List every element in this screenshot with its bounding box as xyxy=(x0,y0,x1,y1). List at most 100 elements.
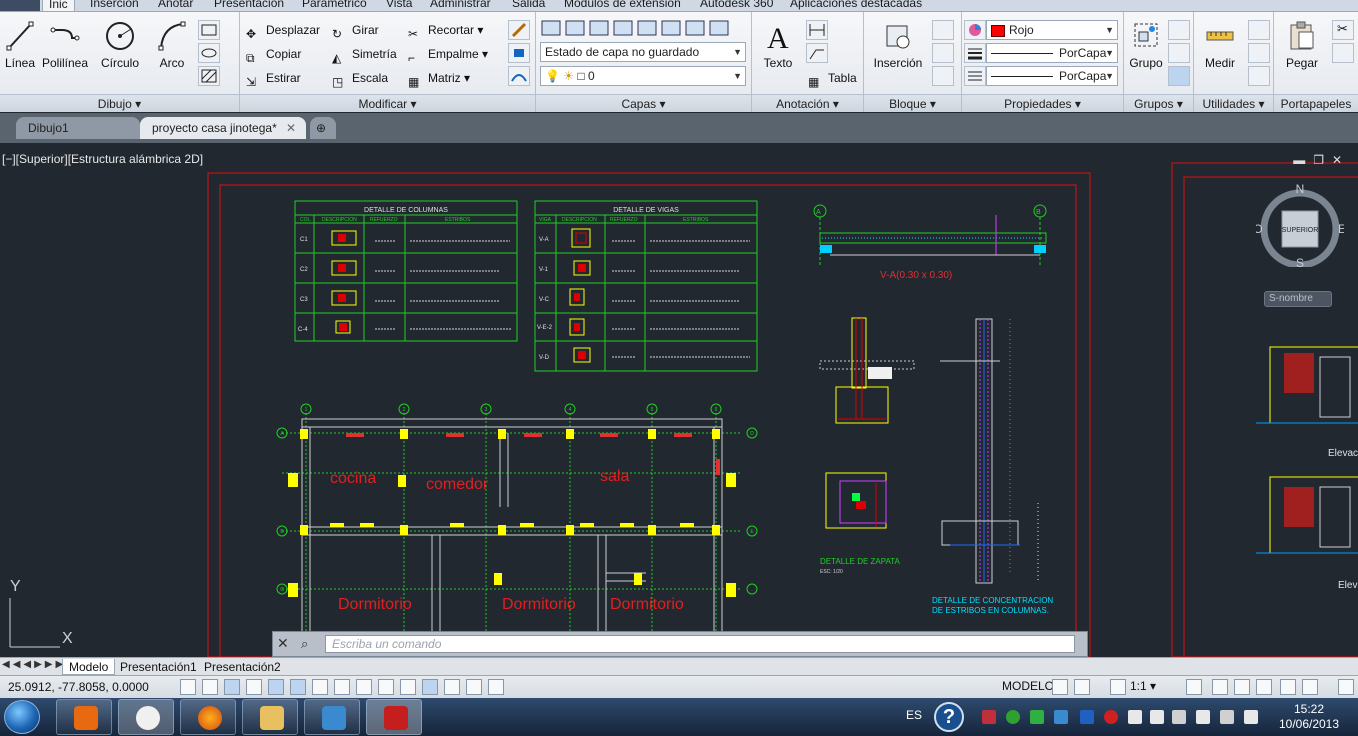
arco-button[interactable]: Arco xyxy=(154,20,190,70)
tray-icon-6[interactable] xyxy=(1104,710,1118,724)
lineweight-toggle[interactable] xyxy=(400,679,416,695)
attribute-button[interactable] xyxy=(932,66,954,86)
sc-toggle[interactable] xyxy=(466,679,482,695)
group-select-button[interactable] xyxy=(1168,66,1190,86)
taskbar-app-2[interactable] xyxy=(118,699,174,735)
simetria-button[interactable]: ◭ Simetría xyxy=(332,44,397,65)
tab-autodesk-360[interactable]: Autodesk 360 xyxy=(700,0,773,10)
empalme-button[interactable]: ⌐ Empalme ▾ xyxy=(408,44,488,65)
isolate-objects-icon[interactable] xyxy=(1280,679,1296,695)
tab-parametrico[interactable]: Paramétrico xyxy=(302,0,367,10)
panel-title-grupos[interactable]: Grupos ▾ xyxy=(1124,94,1193,112)
match-properties-button[interactable] xyxy=(964,20,986,40)
edit-block-button[interactable] xyxy=(932,43,954,63)
help-icon[interactable]: ? xyxy=(934,702,964,732)
panel-title-dibujo[interactable]: Dibujo ▾ xyxy=(0,94,239,112)
application-menu-button[interactable] xyxy=(0,0,40,11)
tab-presentacion[interactable]: Presentación xyxy=(214,0,284,10)
doc-tab-proyecto[interactable]: proyecto casa jinotega* ✕ xyxy=(140,117,306,139)
tray-flag-icon[interactable] xyxy=(1150,710,1164,724)
otrack-toggle[interactable] xyxy=(334,679,350,695)
hatch-button[interactable] xyxy=(198,66,220,86)
current-layer-select[interactable]: 💡 ☀ □ 0 ▼ xyxy=(540,66,746,86)
panel-title-portapapeles[interactable]: Portapapeles xyxy=(1274,94,1358,112)
tray-icon-10[interactable] xyxy=(1196,710,1210,724)
lineweight-select[interactable]: PorCapa ▼ xyxy=(986,66,1118,86)
tab-administrar[interactable]: Administrar xyxy=(430,0,491,10)
clean-screen-icon[interactable] xyxy=(1338,679,1354,695)
insercion-button[interactable]: Inserción xyxy=(868,20,928,70)
command-search-icon[interactable]: ⌕ xyxy=(301,636,308,652)
taskbar-autocad[interactable] xyxy=(366,699,422,735)
tab-salida[interactable]: Salida xyxy=(512,0,545,10)
model-space-canvas[interactable]: DETALLE DE COLUMNAS COL. DESCRIPCION REF… xyxy=(0,143,1358,657)
tray-icon-4[interactable] xyxy=(1054,710,1068,724)
linea-button[interactable]: Línea xyxy=(2,20,38,70)
lineweight-icon-button[interactable] xyxy=(964,43,986,63)
tray-icon-7[interactable] xyxy=(1128,710,1142,724)
system-clock[interactable]: 15:22 10/06/2013 xyxy=(1274,702,1344,732)
girar-button[interactable]: ↻ Girar xyxy=(332,20,379,41)
escala-button[interactable]: ◳ Escala xyxy=(332,68,388,89)
panel-title-propiedades[interactable]: Propiedades ▾ xyxy=(962,94,1123,112)
grid-toggle[interactable] xyxy=(224,679,240,695)
tray-icon-9[interactable] xyxy=(1172,710,1186,724)
point-style-button[interactable] xyxy=(1248,43,1270,63)
ducs-toggle[interactable] xyxy=(356,679,372,695)
rectangle-button[interactable] xyxy=(198,20,220,40)
infer-constraints-toggle[interactable] xyxy=(180,679,196,695)
offset-button[interactable] xyxy=(508,66,530,86)
taskbar-explorer[interactable] xyxy=(242,699,298,735)
start-button[interactable] xyxy=(4,700,40,734)
polar-toggle[interactable] xyxy=(268,679,284,695)
layout-tab-presentacion2[interactable]: Presentación2 xyxy=(198,659,287,675)
tab-inicio[interactable]: Inic xyxy=(42,0,75,11)
layer-state-select[interactable]: Estado de capa no guardado ▼ xyxy=(540,42,746,62)
quick-view-layouts-button[interactable] xyxy=(1052,679,1068,695)
model-space-button[interactable]: MODELO xyxy=(1002,679,1054,693)
layer-tools-icon[interactable] xyxy=(540,18,746,38)
quick-view-drawings-button[interactable] xyxy=(1074,679,1090,695)
cut-button[interactable]: ✂ xyxy=(1332,20,1354,40)
polilinea-button[interactable]: Polilínea xyxy=(40,20,90,70)
copiar-button[interactable]: ⧉ Copiar xyxy=(246,44,301,65)
command-input[interactable]: Escriba un comando xyxy=(325,635,1075,653)
grupo-button[interactable]: Grupo xyxy=(1126,20,1166,70)
quick-select-button[interactable] xyxy=(1248,20,1270,40)
annotation-visibility-button[interactable] xyxy=(1186,679,1202,695)
tray-icon-2[interactable] xyxy=(1006,710,1020,724)
tab-insercion[interactable]: Inserción xyxy=(90,0,139,10)
taskbar-media-player[interactable] xyxy=(56,699,112,735)
transparency-toggle[interactable] xyxy=(422,679,438,695)
viewcube[interactable]: SUPERIOR N S E O xyxy=(1256,179,1344,267)
leader-button[interactable] xyxy=(806,43,828,63)
panel-title-capas[interactable]: Capas ▾ xyxy=(536,94,751,112)
tray-icon-5[interactable] xyxy=(1080,710,1094,724)
osnap-toggle[interactable] xyxy=(290,679,306,695)
panel-title-anotacion[interactable]: Anotación ▾ xyxy=(752,94,863,112)
viewport-window-controls[interactable]: ▬❐✕ xyxy=(1293,153,1350,167)
tray-volume-icon[interactable] xyxy=(1244,710,1258,724)
group-edit-button[interactable] xyxy=(1168,43,1190,63)
language-indicator[interactable]: ES xyxy=(906,708,922,722)
tray-icon-1[interactable] xyxy=(982,710,996,724)
tab-aplicaciones[interactable]: Aplicaciones destacadas xyxy=(790,0,922,10)
medir-button[interactable]: Medir xyxy=(1198,20,1242,70)
layout-tab-presentacion1[interactable]: Presentación1 xyxy=(114,659,203,675)
close-command-icon[interactable]: ✕ xyxy=(277,635,289,652)
tray-download-icon[interactable] xyxy=(1030,710,1044,724)
panel-title-utilidades[interactable]: Utilidades ▾ xyxy=(1194,94,1273,112)
snap-toggle[interactable] xyxy=(202,679,218,695)
calculator-button[interactable] xyxy=(1248,66,1270,86)
lock-ui-icon[interactable] xyxy=(1234,679,1250,695)
doc-tab-dibujo1[interactable]: Dibujo1 xyxy=(16,117,140,139)
new-tab-button[interactable]: ⊕ xyxy=(310,117,336,139)
ellipse-button[interactable] xyxy=(198,43,220,63)
bulb-status-icon[interactable] xyxy=(1302,679,1318,695)
taskbar-security[interactable] xyxy=(304,699,360,735)
tabla-button[interactable]: ▦ Tabla xyxy=(808,68,857,89)
matriz-button[interactable]: ▦ Matriz ▾ xyxy=(408,68,470,89)
annotation-scale-icon[interactable] xyxy=(1110,679,1126,695)
color-select[interactable]: Rojo ▼ xyxy=(986,20,1118,40)
layout-tab-modelo[interactable]: Modelo xyxy=(62,659,116,675)
